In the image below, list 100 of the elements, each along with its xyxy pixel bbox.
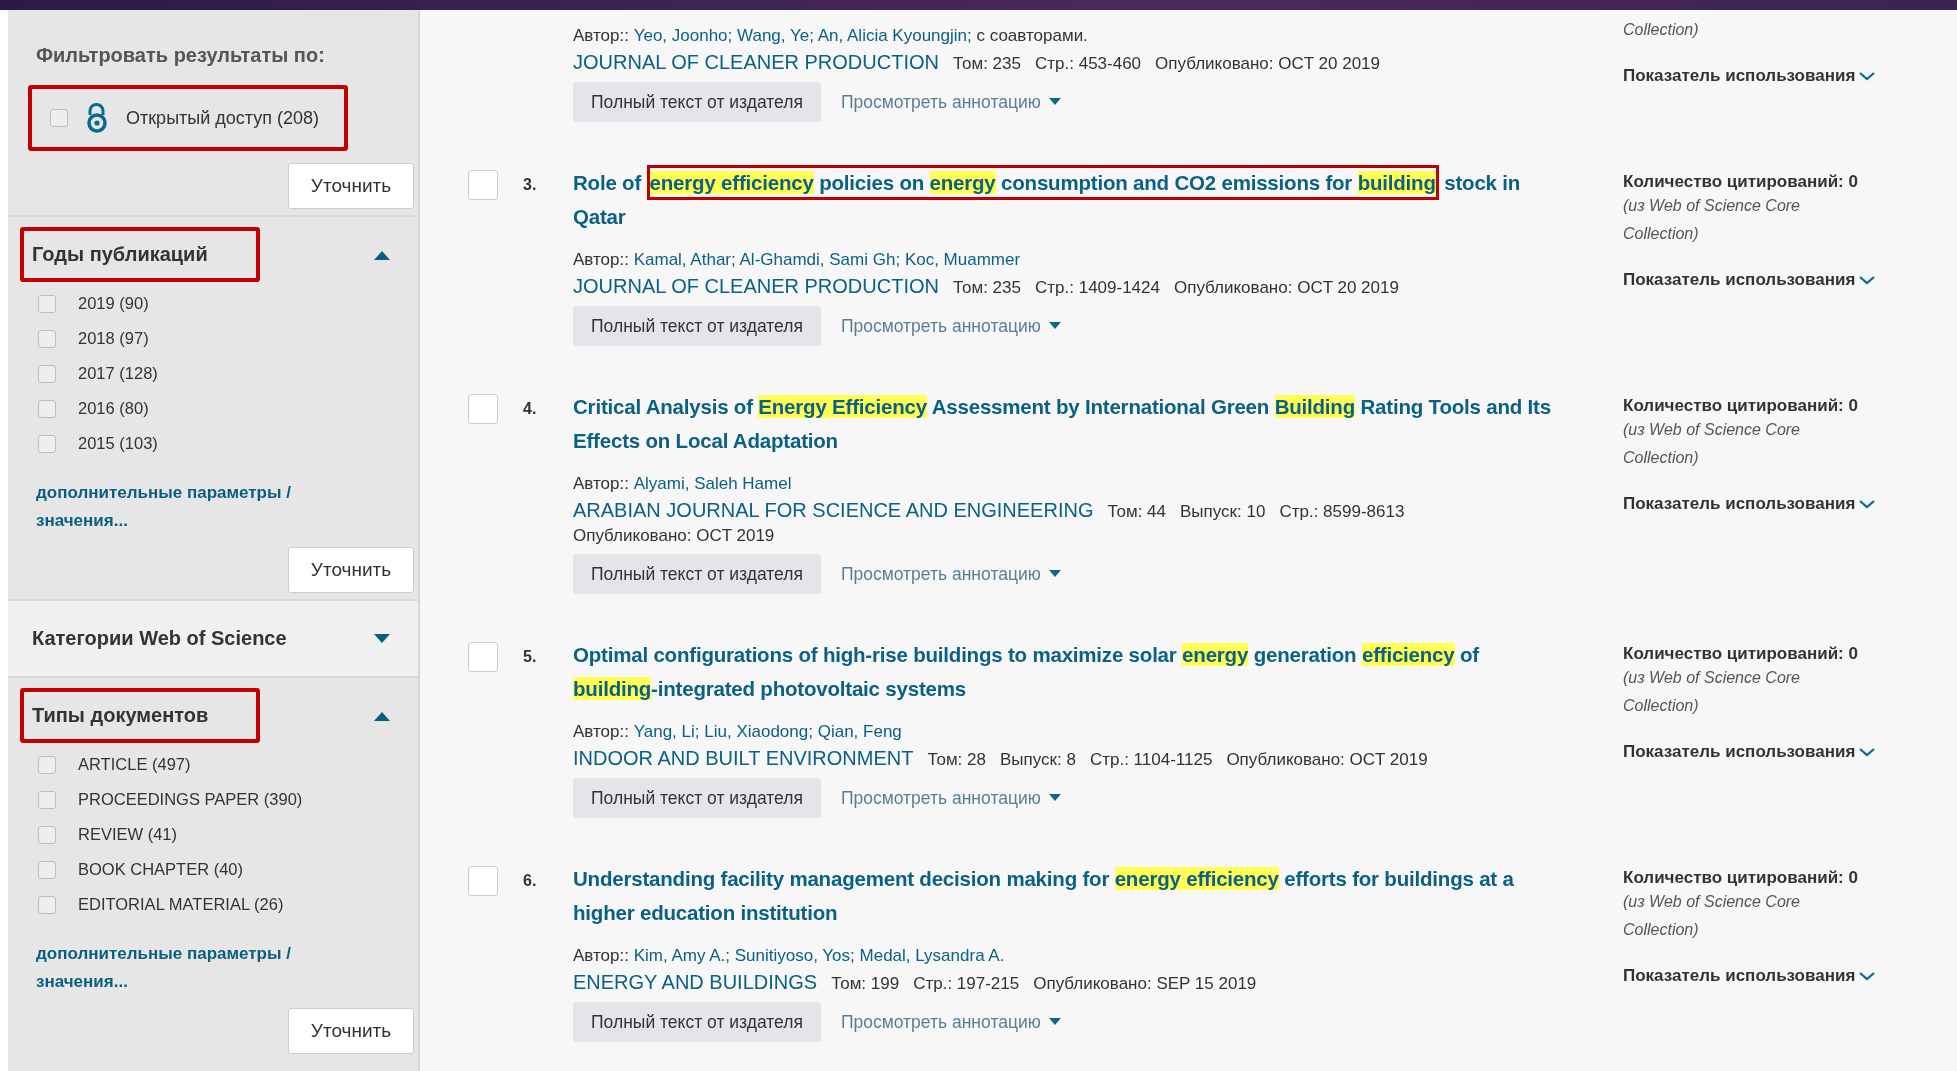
author-line: Автор:: Kamal, Athar; Al-Ghamdi, Sami Gh; Koc, Muammer xyxy=(573,250,1022,270)
view-abstract-link[interactable]: Просмотреть аннотацию xyxy=(840,91,1061,113)
filter-option-label: ARTICLE (497) xyxy=(78,755,191,774)
filter-heading: Фильтровать результаты по: xyxy=(35,43,326,67)
citation-source: (из Web of Science Core Collection) xyxy=(1623,892,1801,940)
refine-button[interactable]: Уточнить xyxy=(288,1008,414,1054)
citation-count: Количество цитирований: 0 xyxy=(1623,396,1859,416)
caret-icon[interactable] xyxy=(374,633,390,644)
chevron-down-icon xyxy=(1859,499,1876,509)
publication-detail: Стр.: 1104-1125 xyxy=(1089,750,1213,770)
refine-button[interactable]: Уточнить xyxy=(288,547,414,593)
caret-icon xyxy=(1048,570,1061,578)
full-text-button[interactable]: Полный текст от издателя xyxy=(573,778,821,818)
publication-detail: Стр.: 1409-1424 xyxy=(1035,278,1160,298)
author-link[interactable]: Koc, Muammer xyxy=(904,250,1021,269)
publication-detail: Том: 44 xyxy=(1107,502,1167,522)
caret-icon xyxy=(1048,322,1061,330)
journal-link[interactable]: JOURNAL OF CLEANER PRODUCTION xyxy=(573,51,939,74)
author-link[interactable]: Wang, Ye; xyxy=(737,26,814,45)
filter-option-label: PROCEEDINGS PAPER (390) xyxy=(78,790,303,809)
view-abstract-link[interactable]: Просмотреть аннотацию xyxy=(840,1011,1061,1033)
publication-detail: Том: 28 xyxy=(927,750,986,770)
chevron-down-icon xyxy=(1859,971,1876,981)
checkbox[interactable] xyxy=(38,825,56,844)
author-link[interactable]: Medal, Lysandra A. xyxy=(859,946,1005,965)
full-text-button[interactable]: Полный текст от издателя xyxy=(573,554,821,594)
usage-link[interactable]: Показатель использования xyxy=(1623,66,1957,86)
checkbox[interactable] xyxy=(38,860,56,879)
section-heading[interactable]: Категории Web of Science xyxy=(32,627,287,649)
publication-detail: Выпуск: 8 xyxy=(1000,750,1076,770)
author-line: Автор:: Yeo, Joonho; Wang, Ye; An, Alicia Kyoungjin; с соавторами. xyxy=(573,26,1089,46)
citation-source: (из Web of Science Core Collection) xyxy=(1623,196,1801,244)
filter-option-label: 2015 (103) xyxy=(78,434,158,453)
author-link[interactable]: Yeo, Joonho; xyxy=(633,26,733,45)
checkbox[interactable] xyxy=(38,399,56,418)
view-abstract-link[interactable]: Просмотреть аннотацию xyxy=(840,787,1061,809)
checkbox[interactable] xyxy=(38,329,56,348)
full-text-button[interactable]: Полный текст от издателя xyxy=(573,82,821,122)
result-number: 5. xyxy=(522,647,538,666)
journal-link[interactable]: ARABIAN JOURNAL FOR SCIENCE AND ENGINEERING xyxy=(573,499,1094,522)
more-options-link[interactable]: дополнительные параметры / значения... xyxy=(8,914,418,996)
result-title-link[interactable]: Role of energy efficiency policies on energy consumption and CO2 emissions for building stock in Qatar xyxy=(573,166,1563,234)
caret-icon xyxy=(1048,98,1061,106)
publication-detail: Том: 235 xyxy=(952,54,1021,74)
chevron-down-icon xyxy=(1859,747,1876,757)
result-number: 3. xyxy=(522,175,538,194)
checkbox[interactable] xyxy=(38,895,56,914)
author-link[interactable]: Alyami, Saleh Hamel xyxy=(633,474,792,493)
filter-option-label: 2019 (90) xyxy=(78,294,149,313)
author-link[interactable]: Liu, Xiaodong; xyxy=(704,722,813,741)
publication-detail: Опубликовано: OCT 2019 xyxy=(573,526,775,546)
checkbox[interactable] xyxy=(50,109,68,127)
author-link[interactable]: Yang, Li; xyxy=(633,722,700,741)
journal-link[interactable]: JOURNAL OF CLEANER PRODUCTION xyxy=(573,275,939,298)
publication-detail: Опубликовано: OCT 2019 xyxy=(1226,750,1428,770)
author-link[interactable]: Kim, Amy A.; xyxy=(633,946,731,965)
checkbox[interactable] xyxy=(38,364,56,383)
checkbox[interactable] xyxy=(38,434,56,453)
checkbox[interactable] xyxy=(468,866,498,896)
view-abstract-link[interactable]: Просмотреть аннотацию xyxy=(840,315,1061,337)
author-link[interactable]: Kamal, Athar; xyxy=(633,250,736,269)
author-link[interactable]: Qian, Feng xyxy=(817,722,902,741)
checkbox[interactable] xyxy=(38,294,56,313)
author-link[interactable]: Sunitiyoso, Yos; xyxy=(734,946,855,965)
usage-link[interactable]: Показатель использования xyxy=(1623,270,1957,290)
filter-option-label: BOOK CHAPTER (40) xyxy=(78,860,244,879)
caret-icon[interactable] xyxy=(374,249,390,260)
full-text-button[interactable]: Полный текст от издателя xyxy=(573,306,821,346)
filter-option-label: 2017 (128) xyxy=(78,364,158,383)
author-link[interactable]: Al-Ghamdi, Sami Gh; xyxy=(739,250,901,269)
journal-link[interactable]: INDOOR AND BUILT ENVIRONMENT xyxy=(573,747,914,770)
view-abstract-link[interactable]: Просмотреть аннотацию xyxy=(840,563,1061,585)
author-line: Автор:: Yang, Li; Liu, Xiaodong; Qian, Feng xyxy=(573,722,903,742)
refine-button[interactable]: Уточнить xyxy=(288,163,414,209)
result-title-link[interactable]: Understanding facility management decision making for energy efficiency efforts for buildings at a higher education institution xyxy=(573,862,1563,930)
section-heading[interactable]: Годы публикаций xyxy=(32,243,208,265)
caret-icon[interactable] xyxy=(374,710,390,721)
citation-source: Collection) xyxy=(1623,20,1700,40)
checkbox[interactable] xyxy=(38,755,56,774)
result-title-link[interactable]: Critical Analysis of Energy Efficiency Assessment by International Green Building Rating Tools and Its Effects on Local Adaptation xyxy=(573,390,1563,458)
publication-detail: Стр.: 8599-8613 xyxy=(1279,502,1405,522)
checkbox[interactable] xyxy=(468,642,498,672)
publication-detail: Том: 199 xyxy=(831,974,900,994)
usage-link[interactable]: Показатель использования xyxy=(1623,966,1957,986)
checkbox[interactable] xyxy=(468,394,498,424)
full-text-button[interactable]: Полный текст от издателя xyxy=(573,1002,821,1042)
journal-link[interactable]: ENERGY AND BUILDINGS xyxy=(573,971,818,994)
publication-detail: Стр.: 197-215 xyxy=(913,974,1020,994)
publication-detail: Опубликовано: SEP 15 2019 xyxy=(1033,974,1257,994)
publication-detail: Выпуск: 10 xyxy=(1180,502,1266,522)
usage-link[interactable]: Показатель использования xyxy=(1623,494,1957,514)
checkbox[interactable] xyxy=(38,790,56,809)
caret-icon xyxy=(1048,794,1061,802)
usage-link[interactable]: Показатель использования xyxy=(1623,742,1957,762)
more-options-link[interactable]: дополнительные параметры / значения... xyxy=(8,453,418,535)
checkbox[interactable] xyxy=(468,170,498,200)
author-link[interactable]: An, Alicia Kyoungjin; xyxy=(817,26,972,45)
citation-count: Количество цитирований: 0 xyxy=(1623,868,1859,888)
filter-option-label: Открытый доступ (208) xyxy=(126,107,320,129)
section-heading[interactable]: Типы документов xyxy=(32,704,209,726)
